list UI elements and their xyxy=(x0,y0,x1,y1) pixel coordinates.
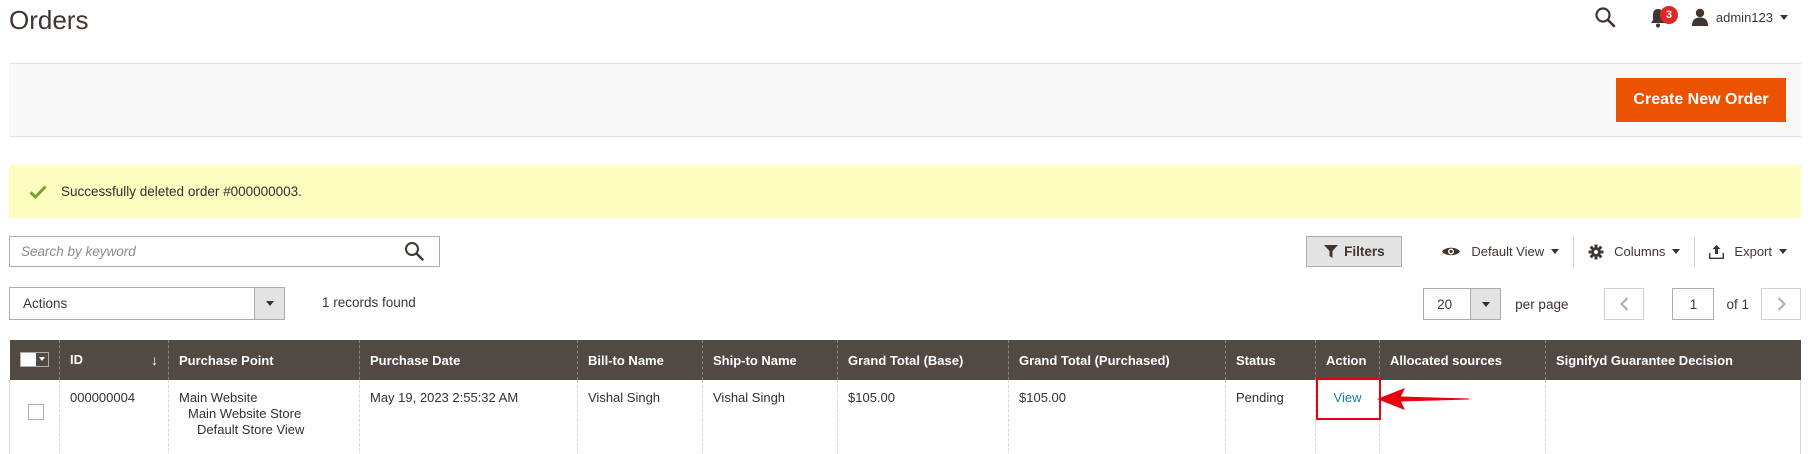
column-header-purchase-date[interactable]: Purchase Date xyxy=(359,340,578,380)
column-header-status[interactable]: Status xyxy=(1225,340,1316,380)
cell-signifyd xyxy=(1545,380,1801,454)
user-menu[interactable]: admin123 xyxy=(1691,8,1788,26)
pagination: 20 per page of 1 xyxy=(1423,288,1801,320)
column-header-ship-to-name[interactable]: Ship-to Name xyxy=(702,340,838,380)
cell-id: 000000004 xyxy=(59,380,169,454)
default-view-dropdown[interactable]: Default View xyxy=(1427,244,1573,259)
message-text: Successfully deleted order #000000003. xyxy=(61,184,302,199)
mass-actions-dropdown[interactable]: Actions xyxy=(9,287,285,320)
chevron-down-icon xyxy=(1779,249,1787,254)
filters-button[interactable]: Filters xyxy=(1306,236,1403,267)
row-checkbox[interactable] xyxy=(28,404,44,420)
page-actions-bar: Create New Order xyxy=(9,63,1801,137)
grid-header-row: ID ↓ Purchase Point Purchase Date Bill-to… xyxy=(9,340,1801,380)
export-dropdown[interactable]: Export xyxy=(1695,244,1801,259)
chevron-down-icon xyxy=(254,288,284,319)
mass-select-dropdown[interactable] xyxy=(19,351,49,367)
success-message: Successfully deleted order #000000003. xyxy=(9,165,1801,218)
row-select-cell xyxy=(9,380,60,454)
funnel-icon xyxy=(1324,245,1339,258)
columns-label: Columns xyxy=(1614,244,1666,259)
grid-toolbar: Filters Default View Columns Export xyxy=(1306,236,1801,267)
per-page-select[interactable]: 20 xyxy=(1423,288,1502,320)
global-search-icon[interactable] xyxy=(1594,6,1616,28)
column-header-action: Action xyxy=(1315,340,1380,380)
header-actions: 3 admin123 xyxy=(1594,4,1788,30)
mass-select-header[interactable] xyxy=(9,340,60,380)
chevron-left-icon xyxy=(1620,297,1629,311)
records-found: 1 records found xyxy=(322,295,416,310)
annotation-arrow-icon xyxy=(1377,388,1469,410)
username: admin123 xyxy=(1715,9,1773,25)
cell-purchase-date: May 19, 2023 2:55:32 AM xyxy=(359,380,578,454)
chevron-down-icon xyxy=(1672,249,1681,254)
table-row: 000000004 Main Website Main Website Stor… xyxy=(9,380,1801,454)
cell-grand-total-base: $105.00 xyxy=(837,380,1009,454)
cell-grand-total-purchased: $105.00 xyxy=(1008,380,1226,454)
user-icon xyxy=(1691,8,1708,26)
orders-grid: ID ↓ Purchase Point Purchase Date Bill-to… xyxy=(9,340,1801,454)
column-header-grand-total-purchased[interactable]: Grand Total (Purchased) xyxy=(1008,340,1226,380)
search-input[interactable] xyxy=(10,237,390,266)
cell-bill-to-name: Vishal Singh xyxy=(577,380,703,454)
column-header-purchase-point[interactable]: Purchase Point xyxy=(168,340,360,380)
orders-page: Orders 3 admin123 Create New Order Succe… xyxy=(0,0,1816,454)
search-icon[interactable] xyxy=(404,241,426,263)
per-page-label: per page xyxy=(1515,296,1569,312)
purchase-point-store: Main Website Store xyxy=(188,406,302,421)
notifications-badge: 3 xyxy=(1659,6,1678,24)
per-page-value: 20 xyxy=(1437,296,1453,312)
purchase-point-store-view: Default Store View xyxy=(197,422,305,437)
create-new-order-button[interactable]: Create New Order xyxy=(1616,78,1786,122)
previous-page-button[interactable] xyxy=(1604,288,1645,320)
column-header-grand-total-base[interactable]: Grand Total (Base) xyxy=(837,340,1009,380)
cell-ship-to-name: Vishal Singh xyxy=(702,380,838,454)
keyword-search xyxy=(9,236,440,267)
page-total: of 1 xyxy=(1726,296,1749,312)
default-view-label: Default View xyxy=(1471,244,1545,259)
export-label: Export xyxy=(1734,244,1772,259)
gear-icon xyxy=(1588,244,1604,259)
column-header-allocated-sources[interactable]: Allocated sources xyxy=(1379,340,1546,380)
eye-icon xyxy=(1442,247,1461,256)
chevron-down-icon xyxy=(1470,289,1501,319)
chevron-down-icon xyxy=(1551,249,1560,254)
notifications-bell-icon[interactable]: 3 xyxy=(1650,6,1678,28)
page-title: Orders xyxy=(9,5,89,35)
column-header-id[interactable]: ID ↓ xyxy=(59,340,169,380)
current-page-input[interactable] xyxy=(1672,288,1715,320)
checkmark-icon xyxy=(29,184,47,199)
annotation-highlight-box xyxy=(1316,378,1381,420)
column-header-bill-to-name[interactable]: Bill-to Name xyxy=(577,340,703,380)
chevron-right-icon xyxy=(1777,297,1786,311)
purchase-point-website: Main Website xyxy=(179,390,258,405)
mass-actions-label: Actions xyxy=(23,296,68,311)
export-icon xyxy=(1709,244,1725,259)
filters-label: Filters xyxy=(1344,244,1385,259)
cell-status: Pending xyxy=(1225,380,1316,454)
chevron-down-icon xyxy=(1780,14,1788,20)
column-header-signifyd[interactable]: Signifyd Guarantee Decision xyxy=(1545,340,1801,380)
sort-down-icon: ↓ xyxy=(151,352,158,368)
next-page-button[interactable] xyxy=(1761,288,1801,320)
cell-purchase-point: Main Website Main Website Store Default … xyxy=(168,380,360,454)
columns-dropdown[interactable]: Columns xyxy=(1574,244,1694,260)
